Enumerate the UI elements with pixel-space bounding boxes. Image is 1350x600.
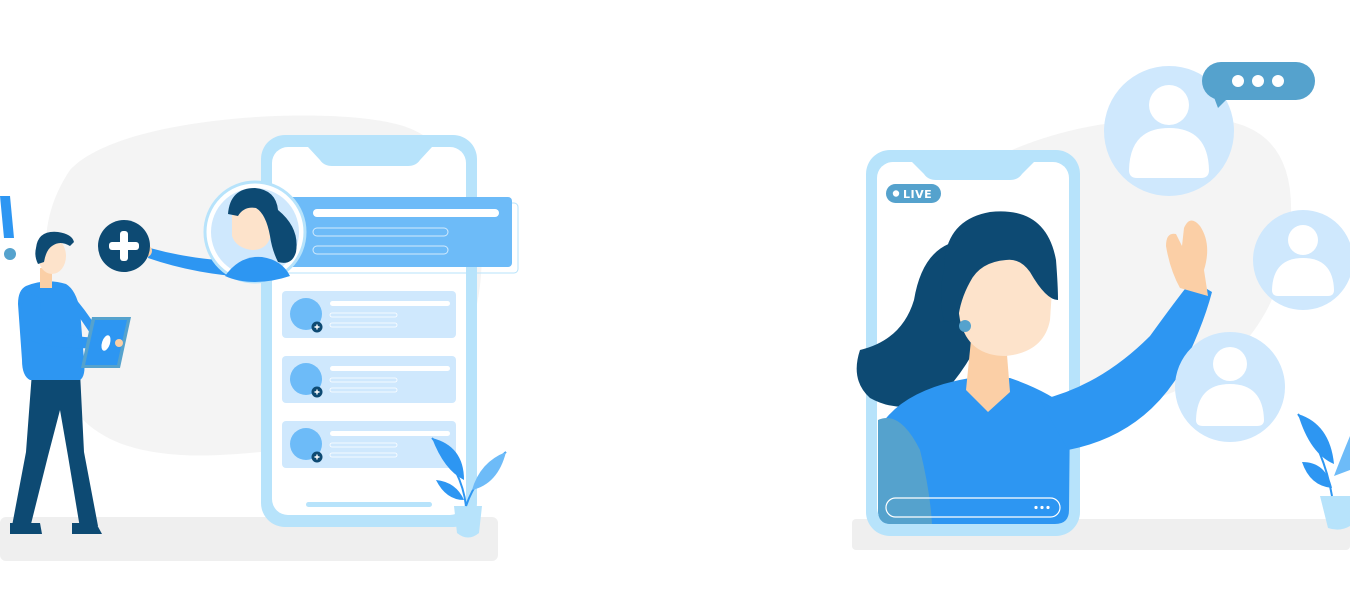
phone-notch [308, 147, 432, 166]
live-dot-icon [892, 190, 900, 197]
add-contact-svg [0, 115, 519, 561]
live-stream-svg: LIVE [852, 62, 1350, 550]
home-indicator [306, 502, 432, 507]
list-item-title-bar [330, 301, 450, 306]
chat-bubble-icon [1202, 62, 1315, 108]
phone-notch [912, 162, 1034, 180]
list-item-title-bar [330, 366, 450, 371]
live-badge: LIVE [886, 184, 941, 203]
list-item-title-bar [330, 431, 450, 436]
live-stream-illustration: LIVE [840, 0, 1350, 600]
earring [959, 320, 971, 332]
contact-list-item[interactable] [282, 291, 456, 338]
exclamation-icon [0, 196, 16, 260]
viewer-avatar [1175, 332, 1285, 442]
plant-pot [454, 506, 482, 538]
potted-plant [1297, 413, 1350, 530]
contact-list-item[interactable] [282, 356, 456, 403]
profile-card-highlight[interactable] [272, 197, 519, 274]
user-avatar-icon [1213, 347, 1247, 381]
viewer-avatar [1253, 210, 1350, 310]
more-dots-icon[interactable] [1034, 505, 1050, 510]
contact-list-item[interactable] [282, 421, 456, 468]
add-contact-illustration [0, 0, 540, 600]
profile-name-bar [313, 209, 499, 217]
live-label: LIVE [903, 188, 932, 201]
profile-card [272, 197, 512, 267]
user-avatar-icon [1288, 225, 1318, 255]
user-avatar-icon [1149, 85, 1189, 125]
add-contact-button[interactable] [98, 220, 150, 272]
